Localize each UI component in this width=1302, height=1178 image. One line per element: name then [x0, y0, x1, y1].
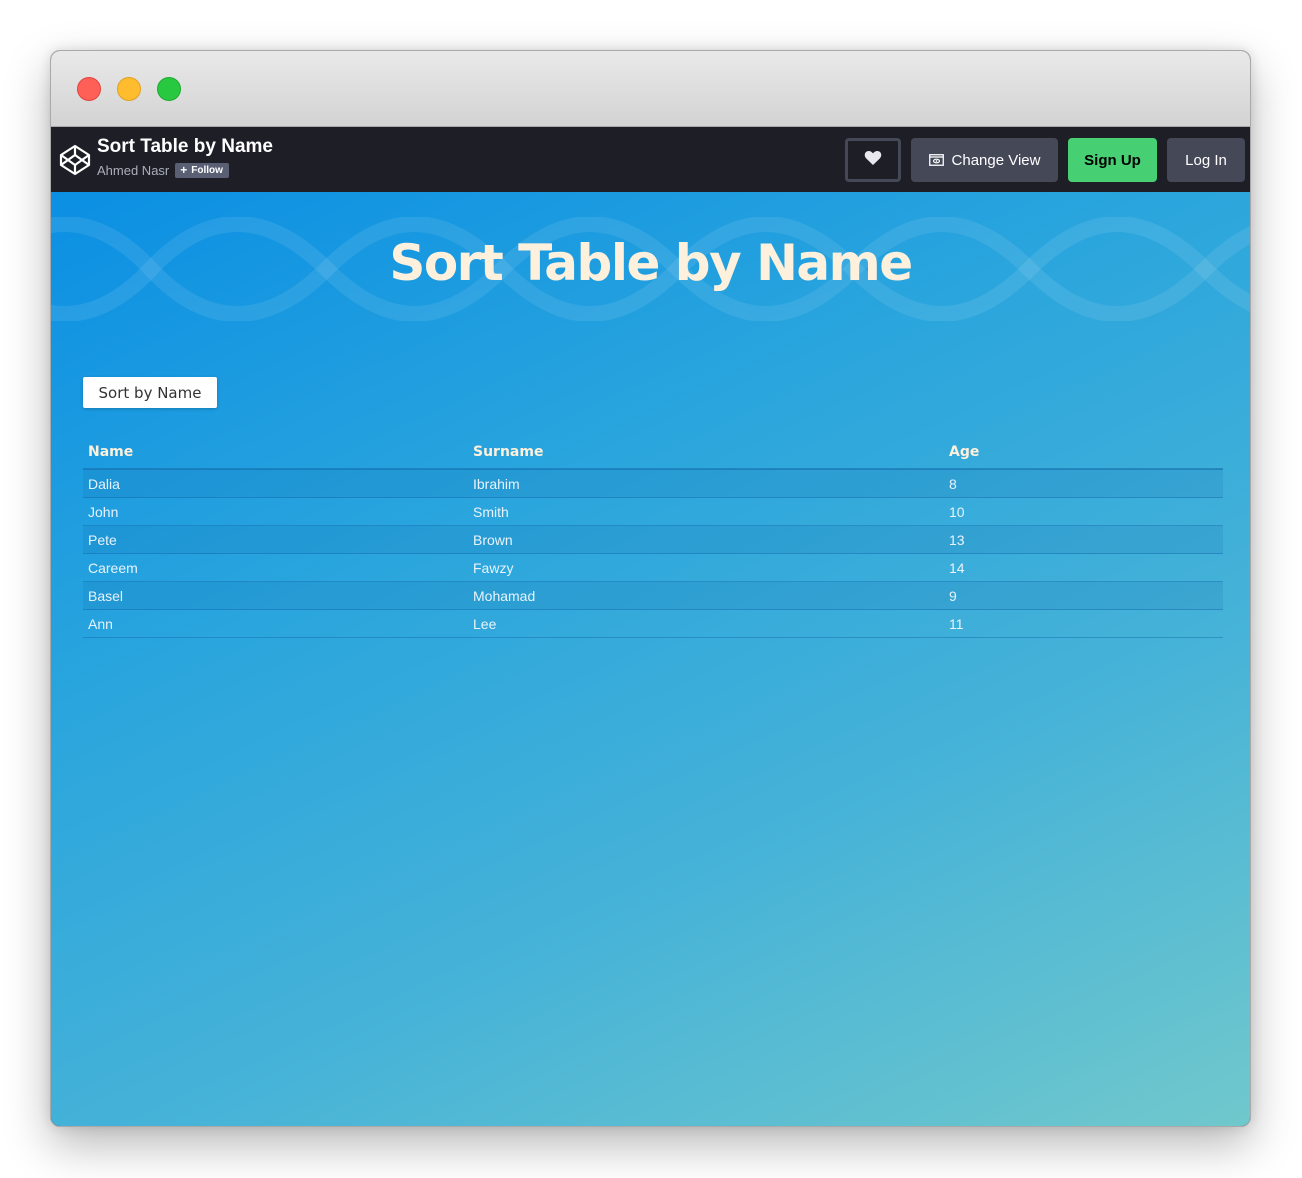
pen-preview: Sort Table by Name Sort by Name Name Sur…	[51, 192, 1250, 1126]
minimize-window-button[interactable]	[117, 77, 141, 101]
cell-name: John	[83, 497, 468, 526]
table-header-row: Name Surname Age	[83, 435, 1223, 470]
sign-up-button[interactable]: Sign Up	[1068, 138, 1157, 182]
cell-name: Careem	[83, 553, 468, 582]
cell-name: Basel	[83, 581, 468, 610]
change-view-button[interactable]: Change View	[911, 138, 1058, 182]
cell-surname: Brown	[468, 525, 944, 554]
column-header-age: Age	[944, 435, 1223, 470]
log-in-button[interactable]: Log In	[1167, 138, 1245, 182]
sort-by-name-button[interactable]: Sort by Name	[83, 377, 217, 408]
cell-name: Ann	[83, 609, 468, 638]
cell-age: 14	[944, 553, 1223, 582]
cell-surname: Ibrahim	[468, 469, 944, 498]
column-header-surname: Surname	[468, 435, 944, 470]
pen-header: Sort Table by Name Ahmed Nasr + Follow C…	[51, 127, 1250, 192]
author-name[interactable]: Ahmed Nasr	[97, 163, 169, 178]
table-row: Pete Brown 13	[83, 525, 1223, 554]
table-row: Careem Fawzy 14	[83, 553, 1223, 582]
plus-icon: +	[180, 163, 188, 177]
table-row: John Smith 10	[83, 497, 1223, 526]
cell-surname: Smith	[468, 497, 944, 526]
close-window-button[interactable]	[77, 77, 101, 101]
table-row: Ann Lee 11	[83, 609, 1223, 638]
people-table: Name Surname Age Dalia Ibrahim 8 John Sm…	[83, 435, 1223, 638]
change-view-label: Change View	[951, 151, 1041, 169]
change-view-icon	[928, 154, 944, 166]
page-heading: Sort Table by Name	[389, 234, 913, 292]
cell-surname: Lee	[468, 609, 944, 638]
cell-age: 8	[944, 469, 1223, 498]
follow-button[interactable]: + Follow	[175, 163, 229, 178]
window-titlebar	[51, 51, 1250, 127]
follow-label: Follow	[191, 165, 223, 176]
browser-window: Sort Table by Name Ahmed Nasr + Follow C…	[50, 50, 1251, 1127]
cell-age: 9	[944, 581, 1223, 610]
cell-name: Dalia	[83, 469, 468, 498]
heart-icon	[864, 150, 882, 170]
pen-title: Sort Table by Name	[97, 136, 273, 157]
cell-age: 11	[944, 609, 1223, 638]
cell-surname: Mohamad	[468, 581, 944, 610]
table-row: Dalia Ibrahim 8	[83, 469, 1223, 498]
pen-author-row: Ahmed Nasr + Follow	[97, 163, 229, 178]
cell-surname: Fawzy	[468, 553, 944, 582]
codepen-logo-icon[interactable]	[59, 144, 91, 176]
heart-button[interactable]	[845, 138, 901, 182]
column-header-name: Name	[83, 435, 468, 470]
table-row: Basel Mohamad 9	[83, 581, 1223, 610]
zoom-window-button[interactable]	[157, 77, 181, 101]
cell-name: Pete	[83, 525, 468, 554]
cell-age: 10	[944, 497, 1223, 526]
cell-age: 13	[944, 525, 1223, 554]
